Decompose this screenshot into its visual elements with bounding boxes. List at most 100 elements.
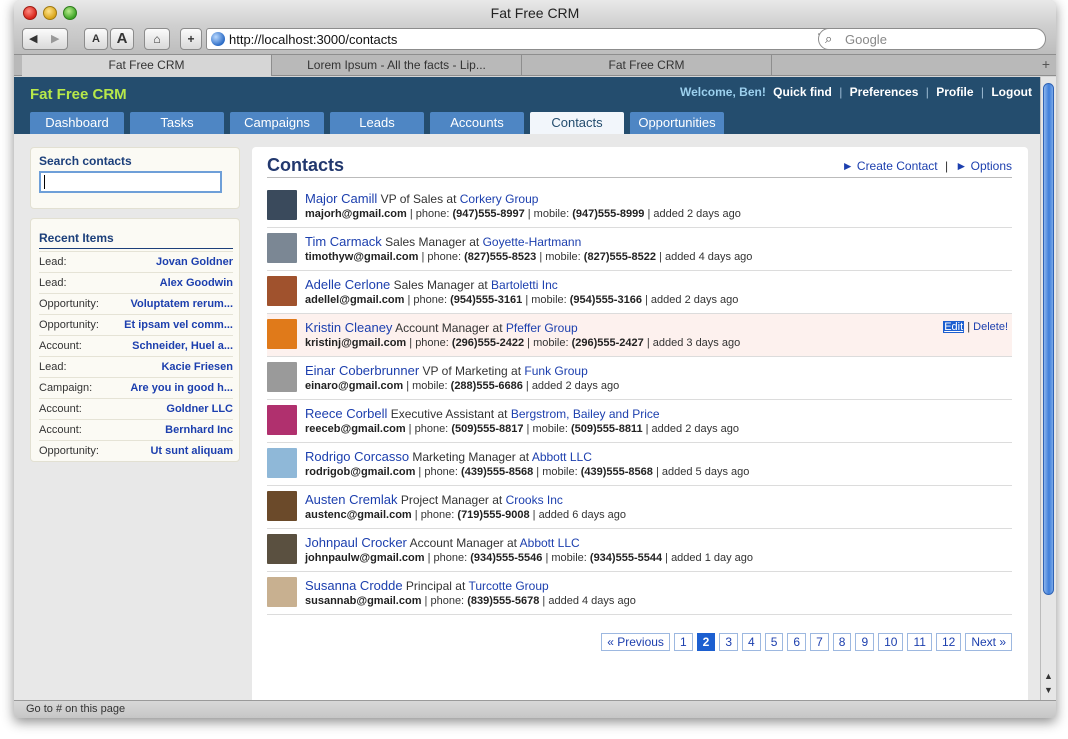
recent-item-link[interactable]: Ut sunt aliquam (150, 441, 233, 461)
contact-name-link[interactable]: Adelle Cerlone (305, 277, 390, 292)
mobile-label: mobile: (551, 552, 587, 564)
contact-avatar[interactable] (267, 577, 297, 607)
contact-avatar[interactable] (267, 534, 297, 564)
add-bookmark-button[interactable]: + (180, 28, 202, 50)
address-bar[interactable]: http://localhost:3000/contacts ↻ (206, 28, 836, 50)
recent-item-link[interactable]: Schneider, Huel a... (132, 336, 233, 356)
recent-item[interactable]: Account: Bernhard Inc (39, 419, 233, 440)
contact-avatar[interactable] (267, 233, 297, 263)
contact-company-link[interactable]: Pfeffer Group (506, 321, 578, 335)
recent-item[interactable]: Lead: Alex Goodwin (39, 272, 233, 293)
contact-avatar[interactable] (267, 491, 297, 521)
scroll-down-icon[interactable]: ▼ (1044, 685, 1053, 695)
page-link[interactable]: 12 (935, 633, 962, 651)
delete-link[interactable]: Delete! (973, 321, 1008, 333)
contact-name-link[interactable]: Johnpaul Crocker (305, 535, 407, 550)
nav-campaigns[interactable]: Campaigns (230, 112, 324, 134)
page-link[interactable]: 3 (719, 633, 738, 651)
logout-link[interactable]: Logout (991, 85, 1032, 99)
back-icon[interactable]: ◀ (29, 29, 37, 49)
contact-name-link[interactable]: Austen Cremlak (305, 492, 397, 507)
contact-company-link[interactable]: Funk Group (524, 364, 587, 378)
forward-icon[interactable]: ▶ (51, 29, 59, 49)
page-link[interactable]: 9 (855, 633, 875, 651)
page-link[interactable]: 5 (764, 633, 784, 651)
create-contact-link[interactable]: ► Create Contact (842, 159, 938, 173)
page-link[interactable]: 1 (673, 633, 693, 651)
browser-tab-3[interactable]: Fat Free CRM (522, 55, 772, 76)
contact-name-link[interactable]: Susanna Crodde (305, 578, 403, 593)
preferences-link[interactable]: Preferences (850, 85, 919, 99)
search-contacts-input[interactable] (39, 171, 222, 193)
separator: | (527, 208, 531, 220)
vertical-scrollbar[interactable]: ▲ ▼ (1040, 77, 1056, 700)
scroll-up-icon[interactable]: ▲ (1044, 671, 1053, 681)
recent-item-link[interactable]: Alex Goodwin (160, 273, 233, 293)
next-page-link[interactable]: Next » (965, 633, 1012, 651)
contact-avatar[interactable] (267, 405, 297, 435)
text-smaller-button[interactable]: A (84, 28, 108, 50)
contact-mobile: (947)555-8999 (572, 208, 645, 220)
recent-item-link[interactable]: Kacie Friesen (161, 357, 233, 377)
contact-company-link[interactable]: Bergstrom, Bailey and Price (511, 407, 660, 421)
browser-tab-1[interactable]: Fat Free CRM (22, 55, 272, 76)
quick-find-link[interactable]: Quick find (773, 85, 832, 99)
nav-dashboard[interactable]: Dashboard (30, 112, 124, 134)
recent-item-link[interactable]: Voluptatem rerum... (131, 294, 233, 314)
home-button[interactable]: ⌂ (144, 28, 170, 50)
recent-item[interactable]: Account: Goldner LLC (39, 398, 233, 419)
recent-item[interactable]: Opportunity: Et ipsam vel comm... (39, 314, 233, 335)
contact-company-link[interactable]: Turcotte Group (468, 579, 548, 593)
recent-item-link[interactable]: Et ipsam vel comm... (124, 315, 233, 335)
contact-avatar[interactable] (267, 276, 297, 306)
recent-item[interactable]: Lead: Jovan Goldner (39, 251, 233, 272)
contact-company-link[interactable]: Abbott LLC (520, 536, 580, 550)
contact-name-link[interactable]: Reece Corbell (305, 406, 387, 421)
contact-avatar[interactable] (267, 319, 297, 349)
recent-item[interactable]: Opportunity: Voluptatem rerum... (39, 293, 233, 314)
contact-company-link[interactable]: Abbott LLC (532, 450, 592, 464)
contact-name-link[interactable]: Major Camill (305, 191, 377, 206)
nav-opportunities[interactable]: Opportunities (630, 112, 724, 134)
search-field[interactable]: ⌕ Google (818, 28, 1046, 50)
nav-contacts[interactable]: Contacts (530, 112, 624, 134)
page-link[interactable]: 2 (696, 633, 716, 651)
new-tab-icon[interactable]: + (1042, 56, 1050, 72)
nav-leads[interactable]: Leads (330, 112, 424, 134)
profile-link[interactable]: Profile (936, 85, 973, 99)
nav-accounts[interactable]: Accounts (430, 112, 524, 134)
page-link[interactable]: 7 (810, 633, 829, 651)
recent-item[interactable]: Opportunity: Ut sunt aliquam (39, 440, 233, 461)
page-link[interactable]: 4 (742, 633, 761, 651)
options-link[interactable]: ► Options (955, 159, 1012, 173)
contact-name-link[interactable]: Kristin Cleaney (305, 320, 392, 335)
previous-page-link[interactable]: « Previous (601, 633, 670, 651)
page-link[interactable]: 11 (907, 633, 932, 651)
page-link[interactable]: 6 (787, 633, 807, 651)
contact-name-link[interactable]: Rodrigo Corcasso (305, 449, 409, 464)
contact-avatar[interactable] (267, 362, 297, 392)
nav-tasks[interactable]: Tasks (130, 112, 224, 134)
page-link[interactable]: 10 (878, 633, 904, 651)
contact-company-link[interactable]: Bartoletti Inc (491, 278, 558, 292)
contact-name-link[interactable]: Tim Carmack (305, 234, 382, 249)
recent-item[interactable]: Lead: Kacie Friesen (39, 356, 233, 377)
edit-link[interactable]: Edit (943, 321, 965, 333)
contact-avatar[interactable] (267, 190, 297, 220)
recent-item-link[interactable]: Jovan Goldner (156, 252, 233, 272)
scroll-thumb[interactable] (1043, 83, 1054, 595)
contact-company-link[interactable]: Corkery Group (460, 192, 539, 206)
recent-item[interactable]: Campaign: Are you in good h... (39, 377, 233, 398)
contact-name-link[interactable]: Einar Coberbrunner (305, 363, 419, 378)
page-link[interactable]: 8 (832, 633, 852, 651)
recent-item[interactable]: Account: Schneider, Huel a... (39, 335, 233, 356)
browser-tab-2[interactable]: Lorem Ipsum - All the facts - Lip... (272, 55, 522, 76)
recent-item-link[interactable]: Goldner LLC (166, 399, 233, 419)
contact-company-link[interactable]: Crooks Inc (506, 493, 563, 507)
app-brand[interactable]: Fat Free CRM (30, 86, 127, 103)
contact-company-link[interactable]: Goyette-Hartmann (483, 235, 582, 249)
contact-avatar[interactable] (267, 448, 297, 478)
recent-item-link[interactable]: Are you in good h... (130, 378, 233, 398)
recent-item-link[interactable]: Bernhard Inc (165, 420, 233, 440)
text-bigger-button[interactable]: A (110, 28, 134, 50)
